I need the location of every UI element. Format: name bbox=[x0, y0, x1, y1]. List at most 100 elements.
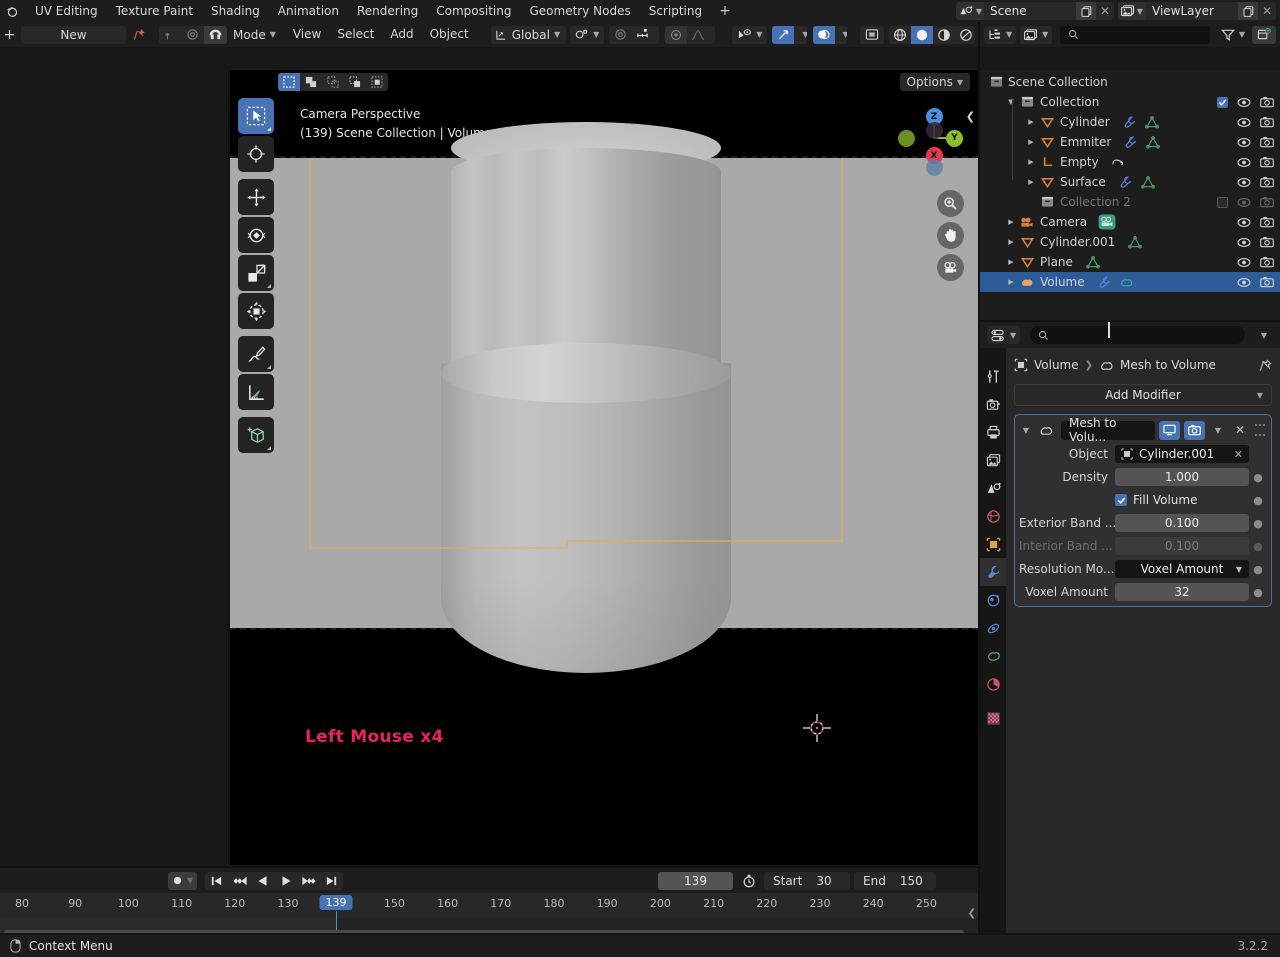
separator-viewport-left[interactable] bbox=[228, 70, 230, 865]
falloff-dropdown-icon[interactable]: ▼ bbox=[709, 26, 715, 44]
modifier-badge-icon[interactable] bbox=[1116, 176, 1136, 189]
frame-start-field[interactable]: Start 30 bbox=[764, 871, 850, 890]
outliner-row-empty[interactable]: ▶ Empty bbox=[980, 152, 1280, 172]
render-visibility-camera-icon[interactable] bbox=[1260, 276, 1274, 288]
separator-timeline[interactable] bbox=[0, 866, 978, 868]
use-preview-range-icon[interactable] bbox=[738, 874, 760, 888]
output-tab[interactable] bbox=[980, 418, 1006, 446]
add-modifier-button[interactable]: Add Modifier ▼ bbox=[1014, 384, 1272, 406]
viewlayer-tab[interactable] bbox=[980, 446, 1006, 474]
remove-viewlayer-button[interactable]: ✕ bbox=[1258, 2, 1276, 20]
new-file-button[interactable]: New bbox=[20, 25, 126, 44]
modifier-expand-icon[interactable]: ▼ bbox=[1019, 421, 1033, 440]
visibility-eye-icon[interactable] bbox=[1237, 197, 1251, 208]
outliner-row-plane[interactable]: ▶ Plane bbox=[980, 252, 1280, 272]
mesh-data-badge-icon[interactable] bbox=[1143, 135, 1163, 149]
transform-orientation-selector[interactable]: Global ▼ bbox=[490, 25, 567, 44]
visibility-eye-icon[interactable] bbox=[1237, 137, 1251, 148]
outliner-row-surface[interactable]: ▶ Surface bbox=[980, 172, 1280, 192]
cursor-tool[interactable] bbox=[238, 136, 274, 172]
transform-tool[interactable] bbox=[238, 293, 274, 329]
constraint-badge-icon[interactable] bbox=[1109, 156, 1129, 169]
collection-exclude-checkbox[interactable] bbox=[1217, 196, 1228, 208]
animate-property-dot[interactable]: ● bbox=[1249, 471, 1267, 484]
xray-toggle[interactable] bbox=[859, 25, 884, 44]
snap-magnet-icon[interactable] bbox=[204, 25, 227, 44]
outliner-row-camera[interactable]: ▶ Camera bbox=[980, 212, 1280, 232]
falloff-curve-icon[interactable] bbox=[687, 26, 709, 44]
field-value[interactable]: Cylinder.001 ✕ bbox=[1115, 445, 1249, 463]
viewport-sidebar-toggle[interactable]: ❮ bbox=[966, 110, 975, 123]
render-visibility-camera-icon[interactable] bbox=[1260, 176, 1274, 188]
new-collection-button[interactable] bbox=[1252, 25, 1276, 44]
new-scene-button[interactable] bbox=[1076, 2, 1096, 20]
render-visibility-camera-icon[interactable] bbox=[1260, 216, 1274, 228]
proportional-falloff-icon[interactable] bbox=[609, 25, 632, 44]
animate-property-dot[interactable]: ● bbox=[1249, 586, 1267, 599]
jump-to-next-keyframe-button[interactable] bbox=[297, 872, 320, 890]
jump-to-prev-keyframe-button[interactable] bbox=[228, 872, 251, 890]
field-value[interactable]: 0.100 bbox=[1115, 514, 1249, 532]
select-intersect-icon[interactable] bbox=[366, 73, 388, 91]
properties-editor-type-selector[interactable]: ▼ bbox=[987, 326, 1021, 344]
modifier-tab[interactable] bbox=[980, 558, 1006, 586]
timeline-sidebar-toggle[interactable]: ❮ bbox=[968, 908, 976, 919]
wireframe-shading-icon[interactable] bbox=[888, 25, 911, 44]
pin-icon[interactable] bbox=[1259, 358, 1272, 372]
chevron-right-icon[interactable]: ▶ bbox=[1004, 278, 1018, 286]
add-workspace-button[interactable]: + bbox=[711, 0, 739, 22]
object-tab[interactable] bbox=[980, 530, 1006, 558]
animate-property-dot[interactable]: ● bbox=[1249, 517, 1267, 530]
outliner-row-cylinder-001[interactable]: ▶ Cylinder.001 bbox=[980, 232, 1280, 252]
visibility-eye-icon[interactable] bbox=[1237, 117, 1251, 128]
mesh-data-badge-icon[interactable] bbox=[1142, 115, 1162, 129]
object-menu[interactable]: Object bbox=[422, 22, 477, 47]
modifier-delete-button[interactable]: ✕ bbox=[1231, 421, 1249, 440]
particles-tab[interactable] bbox=[980, 586, 1006, 614]
animate-property-dot[interactable]: ● bbox=[1249, 563, 1267, 576]
render-visibility-camera-icon[interactable] bbox=[1260, 96, 1274, 108]
viewlayer-selector[interactable]: ▼ ViewLayer ✕ bbox=[1118, 2, 1276, 20]
outliner-row-emmiter[interactable]: ▶ Emmiter bbox=[980, 132, 1280, 152]
modifier-badge-icon[interactable] bbox=[1120, 116, 1140, 129]
modifier-extras-dropdown[interactable]: ▼ bbox=[1209, 421, 1227, 440]
playhead-frame-label[interactable]: 139 bbox=[319, 895, 353, 910]
add-icon[interactable]: + bbox=[0, 22, 19, 47]
viewlayer-name[interactable]: ViewLayer bbox=[1146, 2, 1238, 20]
scene-selector[interactable]: ▼ Scene ✕ bbox=[956, 2, 1114, 20]
visibility-eye-icon[interactable] bbox=[1237, 217, 1251, 228]
material-tab[interactable] bbox=[980, 704, 1006, 732]
volume-data-badge-icon[interactable] bbox=[1117, 276, 1137, 289]
visibility-eye-icon[interactable] bbox=[1237, 277, 1251, 288]
breadcrumb-object[interactable]: Volume bbox=[1034, 358, 1079, 372]
modifier-drag-handle[interactable] bbox=[1253, 421, 1267, 440]
auto-keying-toggle[interactable]: ▼ bbox=[168, 871, 198, 890]
toggle-camera-view-button[interactable] bbox=[937, 254, 964, 281]
chevron-right-icon[interactable]: ▶ bbox=[1024, 118, 1038, 126]
add-cube-tool[interactable] bbox=[238, 417, 274, 453]
object-constraint-tab[interactable] bbox=[980, 642, 1006, 670]
pan-view-button[interactable] bbox=[937, 222, 964, 249]
gizmo-axis-neg-x2[interactable] bbox=[925, 159, 943, 176]
material-preview-shading-icon[interactable] bbox=[932, 25, 955, 44]
scene-tab[interactable] bbox=[980, 474, 1006, 502]
play-reverse-button[interactable] bbox=[251, 872, 274, 890]
properties-editor[interactable]: ▼ ▼ Volume ❯ Mesh to Volume Add Modifier… bbox=[980, 322, 1280, 935]
tweak-select-tool[interactable] bbox=[238, 98, 274, 134]
proportional-edit-icon[interactable] bbox=[181, 25, 205, 44]
rendered-shading-icon[interactable] bbox=[954, 25, 975, 44]
object-data-tab[interactable] bbox=[980, 670, 1006, 698]
separator-right-panels[interactable] bbox=[978, 22, 980, 935]
workspace-tab-uv-editing[interactable]: UV Editing bbox=[26, 0, 107, 22]
visibility-eye-icon[interactable] bbox=[1237, 157, 1251, 168]
outliner-display-mode-selector[interactable]: ▼ bbox=[984, 25, 1017, 44]
physics-tab[interactable] bbox=[980, 614, 1006, 642]
properties-search-input[interactable] bbox=[1030, 326, 1245, 344]
workspace-tab-animation[interactable]: Animation bbox=[269, 0, 348, 22]
render-visibility-camera-icon[interactable] bbox=[1260, 116, 1274, 128]
workspace-tab-scripting[interactable]: Scripting bbox=[640, 0, 711, 22]
cam-data-badge-icon[interactable] bbox=[1097, 214, 1117, 230]
frame-end-field[interactable]: End 150 bbox=[854, 871, 936, 890]
overlay-dropdown-icon[interactable]: ▼ bbox=[834, 25, 847, 44]
chevron-right-icon[interactable]: ▶ bbox=[1004, 258, 1018, 266]
